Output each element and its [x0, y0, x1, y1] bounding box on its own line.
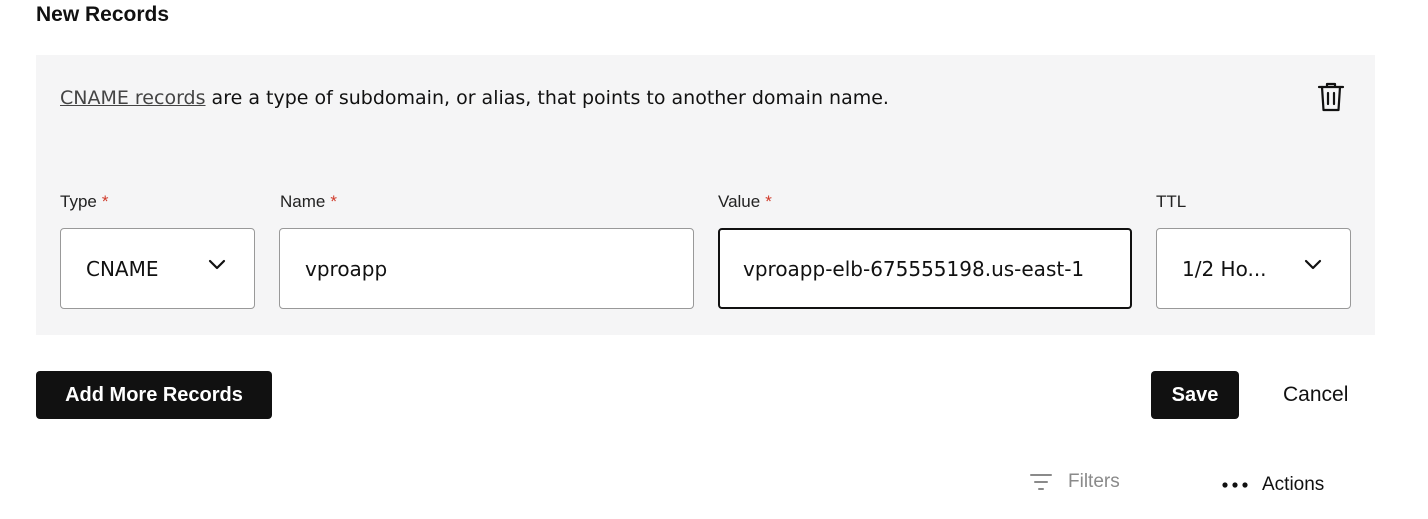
required-indicator: * [765, 192, 772, 211]
required-indicator: * [101, 192, 109, 211]
ttl-select-value: 1/2 Ho... [1182, 256, 1267, 281]
required-indicator: * [330, 192, 337, 211]
actions-menu-button[interactable]: Actions [1222, 474, 1324, 496]
record-form-panel: CNAME records are a type of subdomain, o… [36, 55, 1375, 335]
type-select-value: CNAME [86, 256, 159, 281]
ttl-select[interactable]: 1/2 Ho... [1156, 228, 1351, 309]
cancel-button[interactable]: Cancel [1283, 383, 1348, 407]
name-field[interactable]: vproapp [279, 228, 694, 309]
cname-records-link[interactable]: CNAME records [60, 87, 206, 109]
name-field-value: vproapp [305, 256, 388, 281]
add-more-records-button[interactable]: Add More Records [36, 371, 272, 419]
value-field-value: vproapp-elb-675555198.us-east-1 [743, 256, 1085, 281]
type-select[interactable]: CNAME [60, 228, 255, 309]
filters-label: Filters [1068, 471, 1120, 492]
chevron-down-icon [1304, 259, 1322, 270]
record-description: CNAME records are a type of subdomain, o… [60, 87, 889, 109]
save-button[interactable]: Save [1151, 371, 1239, 419]
page-title: New Records [36, 3, 170, 26]
actions-label: Actions [1262, 474, 1325, 495]
trash-icon [1317, 82, 1345, 112]
chevron-down-icon [208, 259, 226, 270]
filter-icon [1030, 474, 1052, 490]
ttl-label: TTL [1156, 192, 1187, 211]
name-label: Name * [280, 192, 337, 211]
description-text: are a type of subdomain, or alias, that … [205, 87, 889, 109]
value-label: Value * [718, 192, 772, 211]
delete-record-button[interactable] [1316, 81, 1346, 113]
value-field[interactable]: vproapp-elb-675555198.us-east-1 [718, 228, 1132, 309]
type-label: Type * [60, 192, 109, 211]
filters-button[interactable]: Filters [1030, 471, 1120, 493]
more-horizontal-icon [1222, 482, 1248, 488]
